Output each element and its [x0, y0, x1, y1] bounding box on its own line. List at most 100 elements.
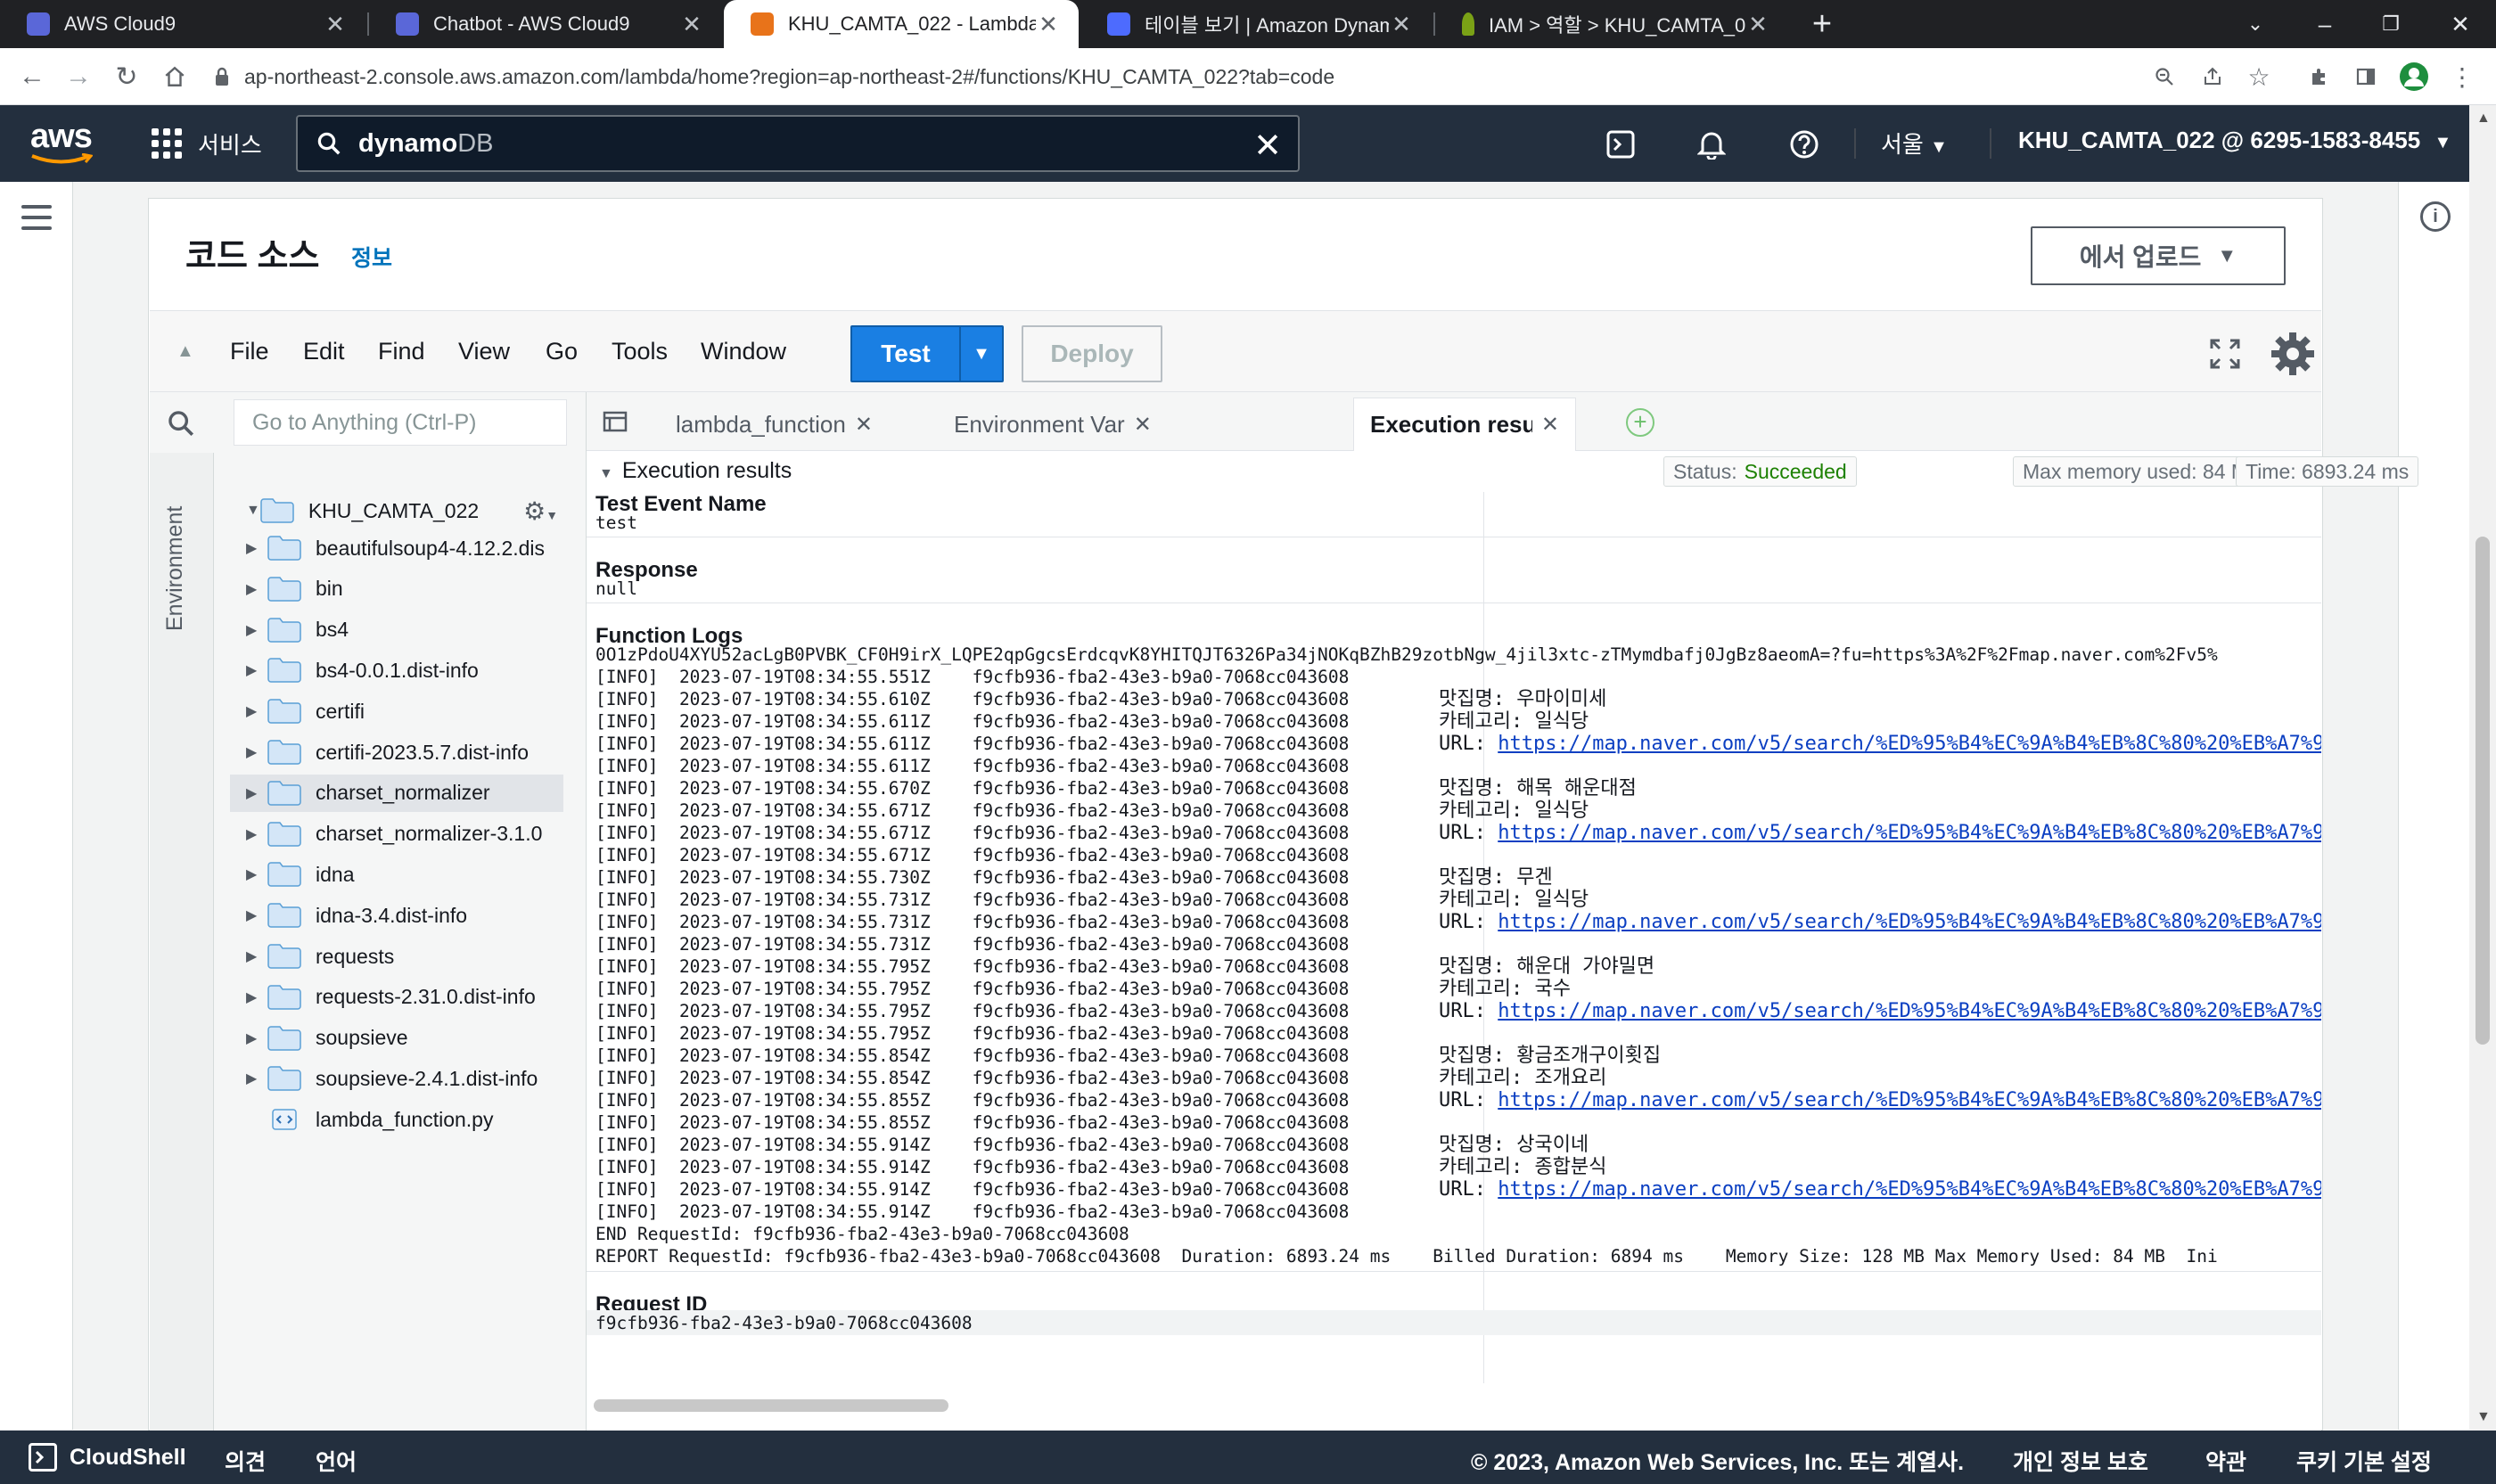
info-link[interactable]: 정보: [351, 241, 392, 273]
tab-lambda-function[interactable]: lambda_function ✕: [676, 398, 873, 451]
browser-tab-lambda[interactable]: KHU_CAMTA_022 - Lambda ✕: [724, 0, 1079, 48]
page-scrollbar[interactable]: ▲ ▼: [2469, 105, 2496, 1431]
menu-go[interactable]: Go: [546, 338, 578, 365]
zoom-icon[interactable]: [2145, 57, 2184, 96]
log-url-link[interactable]: https://map.naver.com/v5/search/%ED%95%B…: [1498, 733, 2321, 755]
forward-arrow-icon[interactable]: →: [59, 57, 98, 96]
test-dropdown-icon[interactable]: ▼: [959, 327, 1002, 381]
close-tab-icon[interactable]: ✕: [679, 11, 704, 38]
tree-folder-item[interactable]: ▶ soupsieve-2.4.1.dist-info: [230, 1060, 563, 1097]
close-window-button[interactable]: ✕: [2434, 0, 2487, 48]
tree-root-folder[interactable]: ▼ KHU_CAMTA_022 ⚙▼: [246, 492, 558, 529]
scroll-down-icon[interactable]: ▼: [2476, 1409, 2491, 1425]
menu-window[interactable]: Window: [701, 338, 786, 365]
test-button[interactable]: Test ▼: [850, 325, 1004, 382]
url-field[interactable]: ap-northeast-2.console.aws.amazon.com/la…: [214, 57, 1334, 96]
scroll-up-icon[interactable]: ▲: [2476, 111, 2491, 127]
privacy-link[interactable]: 개인 정보 보호: [2013, 1445, 2148, 1477]
side-panel-icon[interactable]: [2346, 57, 2385, 96]
home-icon[interactable]: [155, 57, 194, 96]
aws-search-input[interactable]: dynamoDB ✕: [296, 115, 1300, 172]
close-tab-icon[interactable]: ✕: [1036, 11, 1061, 38]
settings-gear-icon[interactable]: [2270, 331, 2316, 377]
extensions-icon[interactable]: [2300, 57, 2339, 96]
close-tab-icon[interactable]: ✕: [1745, 11, 1770, 38]
cloudshell-icon[interactable]: [29, 1443, 57, 1472]
close-tab-icon[interactable]: ✕: [323, 11, 348, 38]
tree-folder-item[interactable]: ▶ idna-3.4.dist-info: [230, 897, 563, 934]
profile-avatar[interactable]: [2394, 57, 2434, 96]
upload-from-button[interactable]: 에서 업로드 ▼: [2031, 226, 2286, 285]
tree-folder-item[interactable]: ▶ idna: [230, 856, 563, 893]
tree-folder-item[interactable]: ▶ bs4-0.0.1.dist-info: [230, 652, 563, 689]
environment-sidebar-tab[interactable]: Environment: [150, 453, 214, 1431]
add-tab-icon[interactable]: +: [1626, 408, 1654, 437]
menu-find[interactable]: Find: [378, 338, 425, 365]
terms-link[interactable]: 약관: [2205, 1445, 2246, 1477]
cookie-preferences-link[interactable]: 쿠키 기본 설정: [2296, 1445, 2432, 1477]
execution-results-body[interactable]: Test Event Name test Response null Funct…: [587, 492, 2321, 1383]
info-panel-icon[interactable]: i: [2420, 201, 2451, 232]
clear-search-icon[interactable]: ✕: [1253, 126, 1282, 166]
browser-tab-dynamodb[interactable]: 테이블 보기 | Amazon DynamoD ✕: [1080, 0, 1432, 48]
tree-folder-item[interactable]: ▶ charset_normalizer-3.1.0: [230, 816, 563, 853]
tree-folder-item[interactable]: ▶ certifi: [230, 693, 563, 730]
tree-folder-item[interactable]: ▶ certifi-2023.5.7.dist-info: [230, 734, 563, 771]
browser-tab-aws-cloud9[interactable]: AWS Cloud9 ✕: [0, 0, 365, 48]
bookmark-star-icon[interactable]: ☆: [2239, 57, 2278, 96]
tab-list-icon[interactable]: [603, 410, 629, 433]
services-menu[interactable]: 서비스: [152, 125, 262, 162]
tab-execution-results[interactable]: Execution result:✕: [1353, 398, 1576, 451]
tree-folder-item[interactable]: ▶ requests: [230, 938, 563, 975]
scrollbar-thumb[interactable]: [2475, 537, 2490, 1045]
tree-folder-item[interactable]: ▶ charset_normalizer: [230, 774, 563, 812]
close-tab-icon[interactable]: ✕: [1389, 11, 1414, 38]
close-tab-icon[interactable]: ✕: [855, 412, 873, 438]
reload-icon[interactable]: ↻: [107, 57, 146, 96]
restore-button[interactable]: ❐: [2364, 0, 2418, 48]
cloudshell-icon[interactable]: [1601, 125, 1640, 164]
tree-folder-item[interactable]: ▶ bin: [230, 570, 563, 608]
tree-file-item[interactable]: lambda_function.py: [230, 1101, 563, 1138]
tree-folder-item[interactable]: ▶ bs4: [230, 611, 563, 649]
log-url-link[interactable]: https://map.naver.com/v5/search/%ED%95%B…: [1498, 1089, 2321, 1111]
tree-folder-item[interactable]: ▶ soupsieve: [230, 1020, 563, 1057]
tab-environment-var[interactable]: Environment Var ✕: [954, 398, 1152, 451]
log-url-link[interactable]: https://map.naver.com/v5/search/%ED%95%B…: [1498, 1178, 2321, 1201]
go-to-anything-input[interactable]: Go to Anything (Ctrl-P): [234, 399, 567, 446]
close-tab-icon[interactable]: ✕: [1541, 412, 1559, 438]
aws-logo[interactable]: aws: [30, 119, 93, 166]
menu-hamburger-icon[interactable]: [21, 205, 52, 237]
cloudshell-link[interactable]: CloudShell: [70, 1445, 186, 1471]
deploy-button[interactable]: Deploy: [1022, 325, 1162, 382]
tab-search-button[interactable]: ⌄: [2229, 0, 2282, 48]
account-menu[interactable]: KHU_CAMTA_022 @ 6295-1583-8455 ▼: [2018, 127, 2451, 154]
fullscreen-icon[interactable]: [2202, 331, 2248, 377]
horizontal-scrollbar-thumb[interactable]: [594, 1399, 948, 1412]
log-url-link[interactable]: https://map.naver.com/v5/search/%ED%95%B…: [1498, 1000, 2321, 1022]
menu-tools[interactable]: Tools: [612, 338, 668, 365]
log-url-link[interactable]: https://map.naver.com/v5/search/%ED%95%B…: [1498, 911, 2321, 933]
collapse-toolbar-icon[interactable]: ▲: [177, 341, 194, 362]
browser-tab-chatbot[interactable]: Chatbot - AWS Cloud9 ✕: [369, 0, 722, 48]
feedback-link[interactable]: 의견: [225, 1445, 266, 1477]
share-icon[interactable]: [2193, 57, 2232, 96]
search-icon[interactable]: [166, 408, 196, 439]
help-icon[interactable]: [1785, 125, 1824, 164]
execution-results-toggle[interactable]: ▼ Execution results: [599, 458, 792, 484]
folder-settings-gear-icon[interactable]: ⚙▼: [523, 496, 558, 526]
menu-view[interactable]: View: [458, 338, 510, 365]
notifications-bell-icon[interactable]: [1692, 125, 1731, 164]
browser-menu-icon[interactable]: ⋮: [2443, 57, 2482, 96]
back-arrow-icon[interactable]: ←: [12, 57, 52, 96]
tree-folder-item[interactable]: ▶ requests-2.31.0.dist-info: [230, 979, 563, 1016]
minimize-button[interactable]: –: [2298, 0, 2352, 48]
new-tab-button[interactable]: +: [1806, 0, 1838, 48]
tree-folder-item[interactable]: ▶ beautifulsoup4-4.12.2.dis: [230, 529, 563, 567]
browser-tab-iam[interactable]: IAM > 역할 > KHU_CAMTA_022 ✕: [1435, 0, 1788, 48]
log-url-link[interactable]: https://map.naver.com/v5/search/%ED%95%B…: [1498, 822, 2321, 844]
menu-edit[interactable]: Edit: [303, 338, 345, 365]
menu-file[interactable]: File: [230, 338, 269, 365]
language-link[interactable]: 언어: [316, 1445, 357, 1477]
region-selector[interactable]: 서울 ▼: [1881, 127, 1948, 160]
